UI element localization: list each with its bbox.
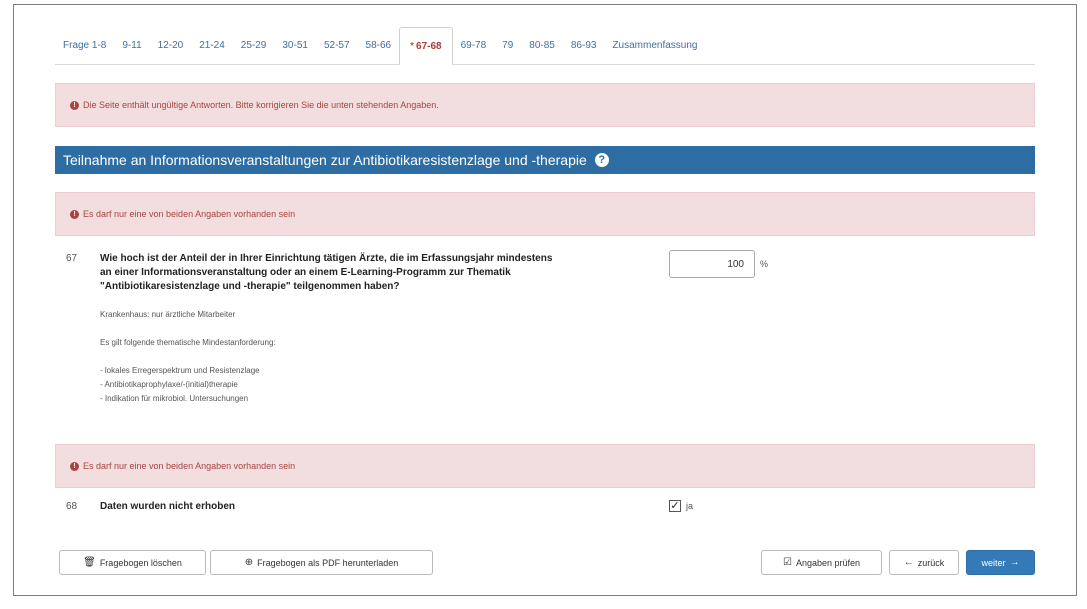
tab-80-85[interactable]: 80-85 [521, 27, 563, 64]
checkmark-icon: ✓ [670, 500, 680, 512]
page-error-text: Die Seite enthält ungültige Antworten. B… [83, 100, 439, 110]
question-tabs: Frage 1-8 9-11 12-20 21-24 25-29 30-51 5… [55, 27, 1035, 65]
tab-86-93[interactable]: 86-93 [563, 27, 605, 64]
tab-67-68[interactable]: * 67-68 [399, 27, 453, 65]
tab-30-51[interactable]: 30-51 [274, 27, 316, 64]
page-error-alert: ! Die Seite enthält ungültige Antworten.… [55, 83, 1035, 127]
exclamation-circle-icon: ! [70, 209, 79, 219]
question-68-checkbox[interactable]: ✓ [669, 500, 681, 512]
section-title: Teilnahme an Informationsveranstaltungen… [63, 152, 587, 168]
tab-52-57[interactable]: 52-57 [316, 27, 358, 64]
check-answers-label: Angaben prüfen [795, 557, 861, 568]
tab-79[interactable]: 79 [494, 27, 521, 64]
exclamation-circle-icon: ! [70, 461, 79, 471]
question-circle-icon[interactable]: ? [594, 153, 609, 167]
tab-zusammenfassung[interactable]: Zusammenfassung [604, 27, 705, 64]
question-67-line-2: an einer Informationsveranstaltung oder … [100, 267, 511, 278]
next-button[interactable]: weiter → [966, 550, 1035, 575]
tab-12-20[interactable]: 12-20 [150, 27, 192, 64]
delete-questionnaire-label: Fragebogen löschen [99, 557, 182, 568]
tab-frage-1-8[interactable]: Frage 1-8 [55, 27, 114, 64]
download-pdf-button[interactable]: ⊕ Fragebogen als PDF herunterladen [210, 550, 433, 575]
download-icon: ⊕ [244, 557, 254, 568]
question-68-text: Daten wurden nicht erhoben [100, 501, 236, 512]
question-67-bullet-1: - lokales Erregerspektrum und Resistenzl… [100, 366, 260, 375]
question-67-number: 67 [66, 253, 78, 264]
back-button[interactable]: ← zurück [889, 550, 959, 575]
question-67-line-3: "Antibiotikaresistenzlage und -therapie"… [100, 281, 400, 292]
question-68-number: 68 [66, 501, 78, 512]
question-67-line-1: Wie hoch ist der Anteil der in Ihrer Ein… [100, 253, 553, 264]
arrow-left-icon: ← [903, 557, 914, 568]
error-marker: * [410, 40, 415, 52]
tab-21-24[interactable]: 21-24 [191, 27, 233, 64]
trash-icon: 🗑 [83, 557, 96, 568]
exclamation-circle-icon: ! [70, 100, 79, 110]
tab-9-11[interactable]: 9-11 [114, 27, 149, 64]
question-68-alert: ! Es darf nur eine von beiden Angaben vo… [55, 444, 1035, 488]
tab-58-66[interactable]: 58-66 [358, 27, 400, 64]
tab-25-29[interactable]: 25-29 [233, 27, 275, 64]
question-67-alert: ! Es darf nur eine von beiden Angaben vo… [55, 192, 1035, 236]
question-68-checkbox-label: ja [686, 501, 694, 511]
tab-67-68-label: 67-68 [416, 40, 442, 52]
next-label: weiter [981, 557, 1006, 568]
section-header: Teilnahme an Informationsveranstaltungen… [55, 146, 1035, 174]
question-67-alert-text: Es darf nur eine von beiden Angaben vorh… [83, 209, 296, 219]
arrow-right-icon: → [1009, 557, 1020, 568]
question-68-alert-text: Es darf nur eine von beiden Angaben vorh… [83, 461, 296, 471]
delete-questionnaire-button[interactable]: 🗑 Fragebogen löschen [59, 550, 206, 575]
check-edit-icon: ☑ [782, 557, 792, 568]
question-67-unit: % [760, 259, 769, 269]
check-answers-button[interactable]: ☑ Angaben prüfen [761, 550, 882, 575]
back-label: zurück [917, 557, 945, 568]
question-67-bullet-3: - Indikation für mikrobiol. Untersuchung… [100, 394, 249, 403]
tab-69-78[interactable]: 69-78 [453, 27, 495, 64]
question-67-note-1: Krankenhaus: nur ärztliche Mitarbeiter [100, 310, 236, 319]
question-67-bullet-2: - Antibiotikaprophylaxe/-(initial)therap… [100, 380, 238, 389]
question-67-percent-input[interactable] [669, 250, 755, 278]
question-67-note-2: Es gilt folgende thematische Mindestanfo… [100, 338, 276, 347]
download-pdf-label: Fragebogen als PDF herunterladen [257, 557, 399, 568]
